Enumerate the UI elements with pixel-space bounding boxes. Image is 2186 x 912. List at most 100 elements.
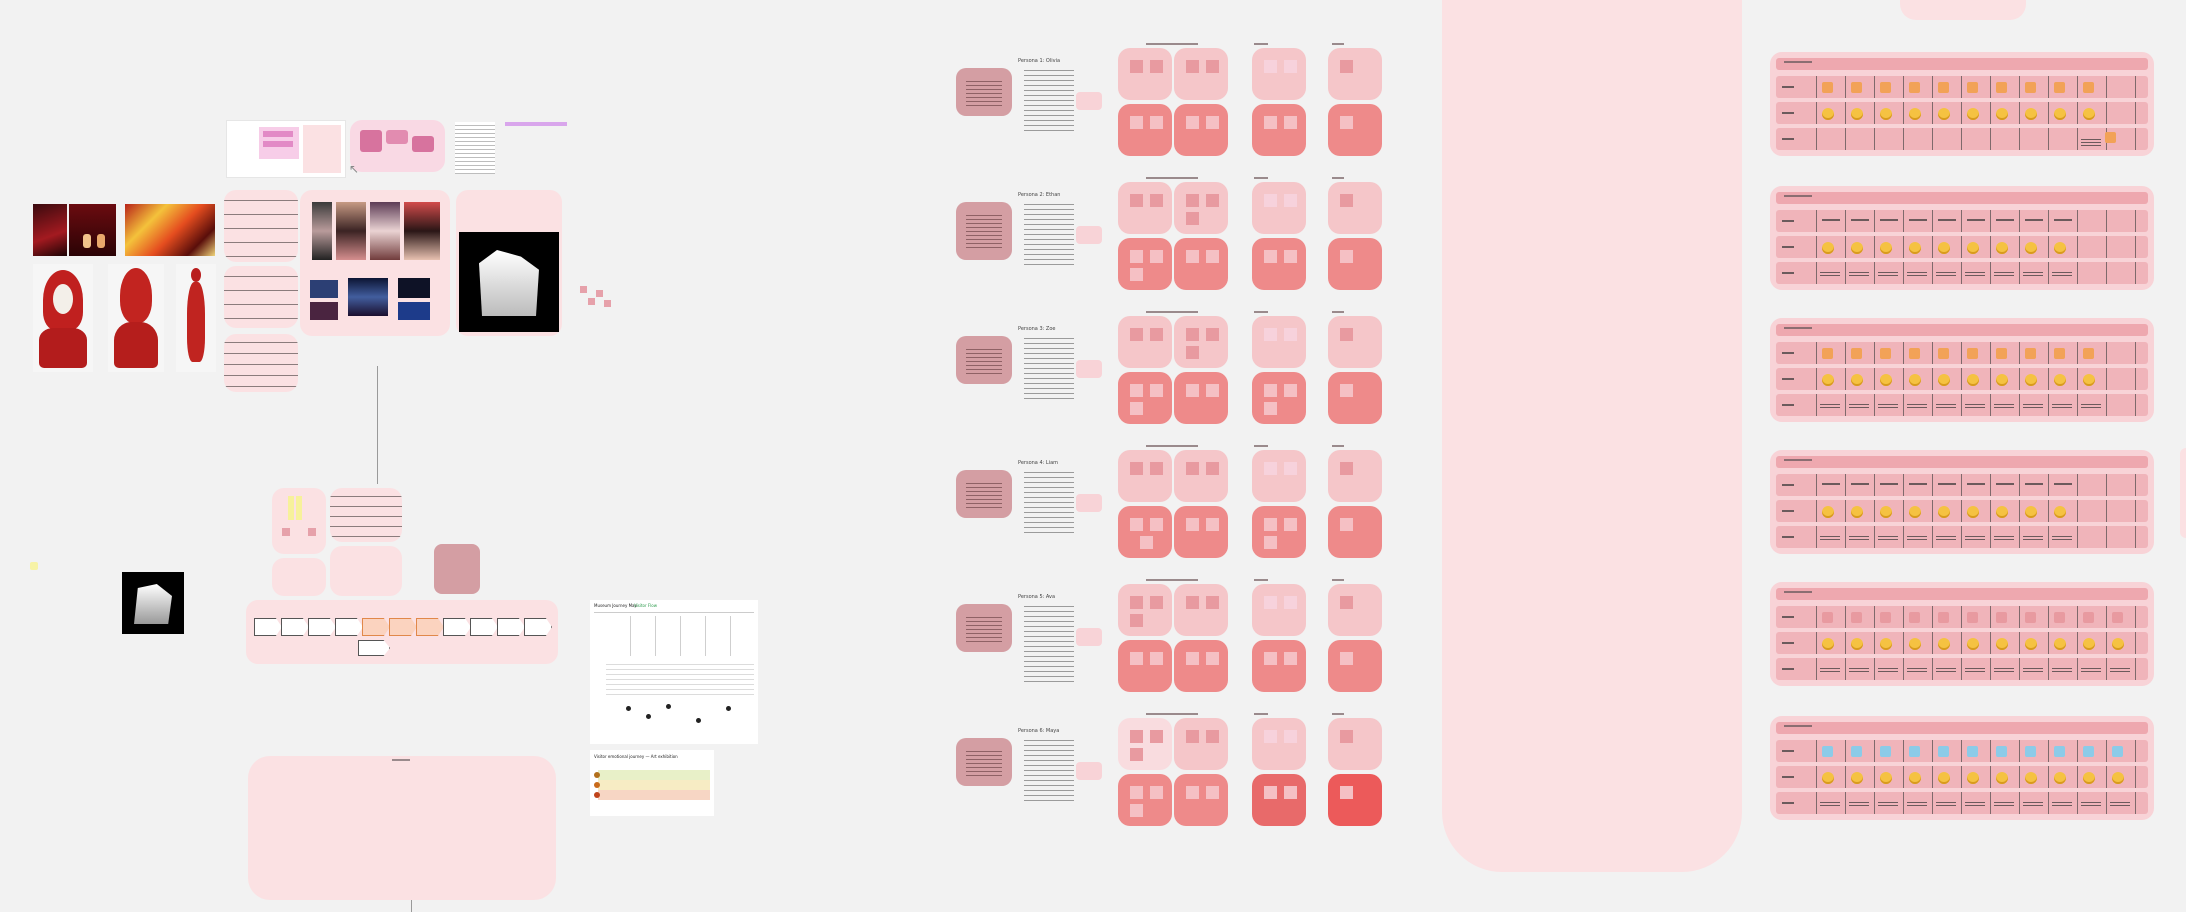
persona-stat-card[interactable] xyxy=(1328,182,1382,234)
persona-stat-card[interactable] xyxy=(1118,238,1172,290)
persona-stat-card[interactable] xyxy=(1174,584,1228,636)
flow-arrow-step[interactable] xyxy=(362,618,390,636)
persona-stat-card[interactable] xyxy=(1174,48,1228,100)
flow-arrow-step[interactable] xyxy=(254,618,282,636)
emotion-table[interactable] xyxy=(1770,582,2154,686)
yellow-sticky-card[interactable] xyxy=(272,488,326,554)
persona-stat-card[interactable] xyxy=(1174,372,1228,424)
flow-arrow-step[interactable] xyxy=(524,618,552,636)
persona-tag[interactable] xyxy=(1076,360,1102,378)
persona-card[interactable] xyxy=(956,738,1012,786)
persona-stat-card[interactable] xyxy=(1118,718,1172,770)
emotion-table[interactable] xyxy=(1770,318,2154,422)
persona-stat-card[interactable] xyxy=(1252,718,1306,770)
emotion-table[interactable] xyxy=(1770,52,2154,156)
note-card-small[interactable] xyxy=(272,558,326,596)
persona-stat-card[interactable] xyxy=(1328,584,1382,636)
persona-stat-card[interactable] xyxy=(1118,182,1172,234)
persona-card[interactable] xyxy=(956,470,1012,518)
persona-stat-card[interactable] xyxy=(1174,316,1228,368)
persona-tag[interactable] xyxy=(1076,226,1102,244)
flow-arrow-step[interactable] xyxy=(416,618,444,636)
empty-frame-bottom[interactable] xyxy=(248,756,556,900)
emotion-table[interactable] xyxy=(1770,186,2154,290)
emotion-table[interactable] xyxy=(1770,716,2154,820)
persona-stat-card[interactable] xyxy=(1252,506,1306,558)
flow-arrow-step[interactable] xyxy=(335,618,363,636)
persona-stat-card[interactable] xyxy=(1252,640,1306,692)
persona-stat-card[interactable] xyxy=(1174,640,1228,692)
wireframe-panel-a[interactable] xyxy=(226,120,346,178)
persona-stat-card[interactable] xyxy=(1118,640,1172,692)
flow-arrow-step[interactable] xyxy=(497,618,525,636)
photo-red-figure-dark[interactable] xyxy=(33,204,67,256)
persona-stat-card[interactable] xyxy=(1118,584,1172,636)
persona-stat-card[interactable] xyxy=(1118,506,1172,558)
persona-stat-card[interactable] xyxy=(1252,238,1306,290)
persona-stat-card[interactable] xyxy=(1174,506,1228,558)
text-card-1[interactable] xyxy=(224,190,298,262)
persona-stat-card[interactable] xyxy=(1174,104,1228,156)
reference-gallery-card[interactable] xyxy=(300,190,450,336)
persona-stat-card[interactable] xyxy=(1118,450,1172,502)
persona-stat-card[interactable] xyxy=(1328,372,1382,424)
text-card-3[interactable] xyxy=(224,334,298,392)
photo-abstract-swirl[interactable] xyxy=(125,204,215,256)
persona-stat-card[interactable] xyxy=(1252,104,1306,156)
flow-arrow-step[interactable] xyxy=(281,618,309,636)
persona-stat-card[interactable] xyxy=(1118,48,1172,100)
persona-stat-card[interactable] xyxy=(1174,718,1228,770)
persona-card[interactable] xyxy=(956,68,1012,116)
flow-arrow-step[interactable] xyxy=(443,618,471,636)
persona-stat-card[interactable] xyxy=(1328,316,1382,368)
bw-reference-card[interactable] xyxy=(456,190,562,336)
wireframe-panel-b[interactable] xyxy=(350,120,445,172)
persona-stat-card[interactable] xyxy=(1252,774,1306,826)
persona-mini-card[interactable] xyxy=(434,544,480,594)
persona-stat-card[interactable] xyxy=(1252,48,1306,100)
persona-tag[interactable] xyxy=(1076,92,1102,110)
persona-stat-card[interactable] xyxy=(1252,584,1306,636)
emotion-table[interactable] xyxy=(1770,450,2154,554)
photo-red-figure-3[interactable] xyxy=(176,264,216,372)
bw-thumbnail[interactable] xyxy=(122,572,184,634)
photo-red-bust-1[interactable] xyxy=(33,264,93,372)
persona-card[interactable] xyxy=(956,336,1012,384)
note-card-wide[interactable] xyxy=(330,546,402,596)
arrow-flow-board[interactable] xyxy=(246,600,558,664)
persona-stat-card[interactable] xyxy=(1252,372,1306,424)
persona-stat-card[interactable] xyxy=(1328,718,1382,770)
persona-stat-card[interactable] xyxy=(1252,182,1306,234)
flow-arrow-step[interactable] xyxy=(308,618,336,636)
photo-red-bust-2[interactable] xyxy=(108,264,164,372)
persona-stat-card[interactable] xyxy=(1252,316,1306,368)
text-card-2[interactable] xyxy=(224,266,298,328)
emotion-chart-document[interactable]: Visitor emotional journey — Art exhibiti… xyxy=(590,750,714,816)
journey-map-document[interactable]: Museum Journey Map Visitor Flow xyxy=(590,600,758,744)
persona-stat-card[interactable] xyxy=(1328,450,1382,502)
persona-stat-card[interactable] xyxy=(1328,774,1382,826)
persona-stat-card[interactable] xyxy=(1328,238,1382,290)
persona-stat-card[interactable] xyxy=(1252,450,1306,502)
persona-tag[interactable] xyxy=(1076,494,1102,512)
photo-red-curtain[interactable] xyxy=(69,204,116,256)
persona-stat-card[interactable] xyxy=(1328,640,1382,692)
flow-arrow-step[interactable] xyxy=(470,618,498,636)
persona-stat-card[interactable] xyxy=(1328,104,1382,156)
persona-stat-card[interactable] xyxy=(1174,182,1228,234)
tall-empty-panel[interactable] xyxy=(1442,0,1742,872)
persona-stat-card[interactable] xyxy=(1174,450,1228,502)
persona-stat-card[interactable] xyxy=(1328,48,1382,100)
persona-stat-card[interactable] xyxy=(1174,238,1228,290)
persona-stat-card[interactable] xyxy=(1118,774,1172,826)
persona-stat-card[interactable] xyxy=(1328,506,1382,558)
list-card-center[interactable] xyxy=(330,488,402,542)
persona-stat-card[interactable] xyxy=(1174,774,1228,826)
persona-stat-card[interactable] xyxy=(1118,104,1172,156)
persona-card[interactable] xyxy=(956,604,1012,652)
persona-tag[interactable] xyxy=(1076,762,1102,780)
persona-tag[interactable] xyxy=(1076,628,1102,646)
persona-card[interactable] xyxy=(956,202,1012,260)
persona-stat-card[interactable] xyxy=(1118,316,1172,368)
persona-stat-card[interactable] xyxy=(1118,372,1172,424)
